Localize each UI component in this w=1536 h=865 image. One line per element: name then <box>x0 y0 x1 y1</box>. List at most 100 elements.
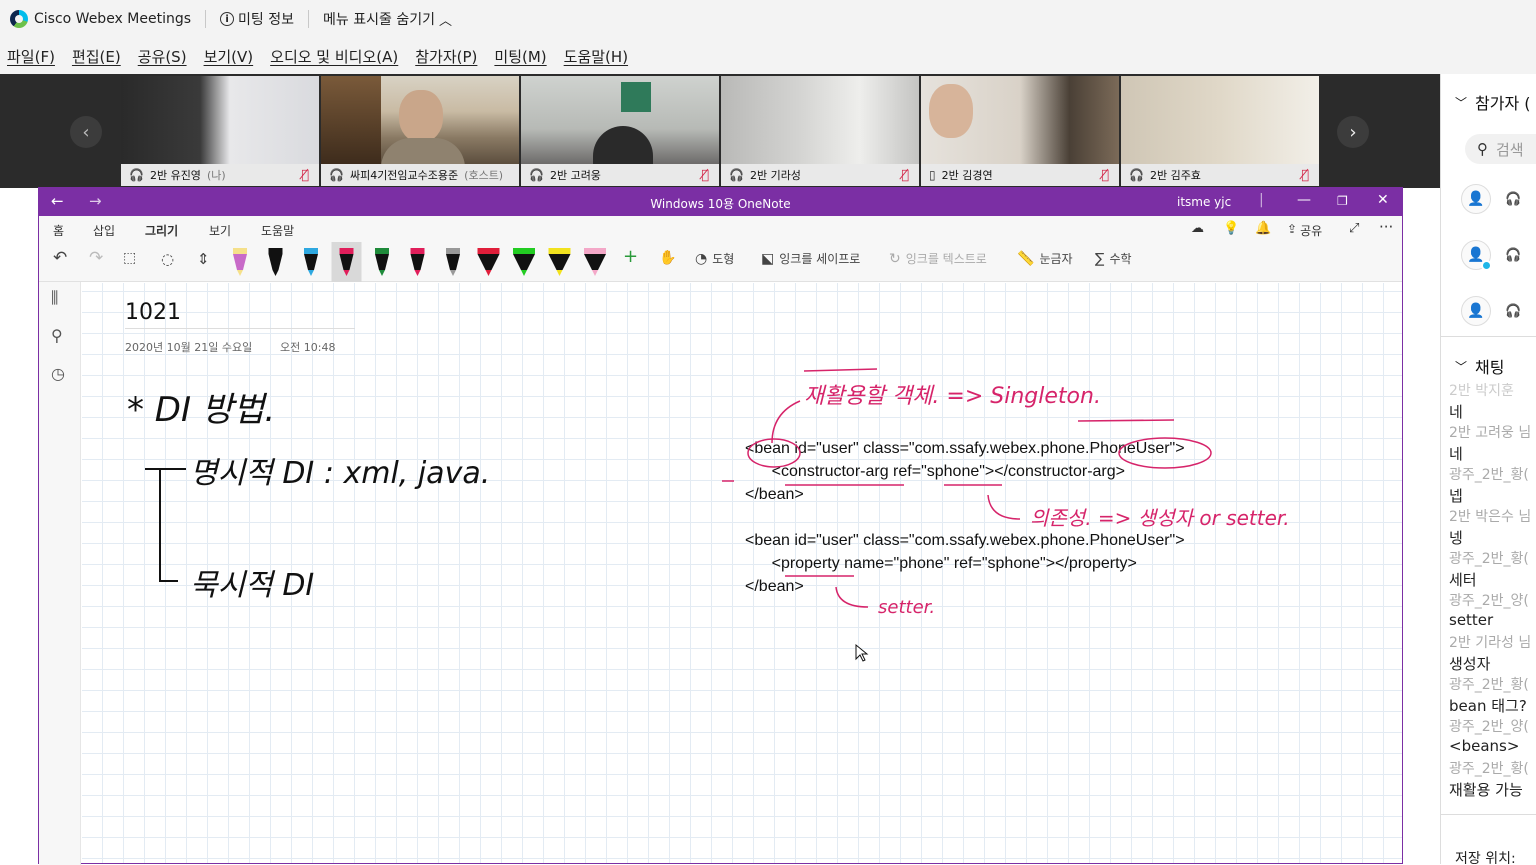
headset-icon: 🎧 <box>1505 191 1522 207</box>
ruler-button[interactable]: 📏 눈금자 <box>1017 250 1073 267</box>
video-feed <box>921 76 1119 164</box>
pink-marker-icon[interactable] <box>584 248 606 276</box>
video-tile[interactable]: 🎧 2반 김주효 🎙̸ <box>1121 76 1319 186</box>
code-line[interactable]: <constructor-arg ref="sphone"></construc… <box>745 463 1125 481</box>
note-page[interactable]: 1021 2020년 10월 21일 수요일 오전 10:48 <bean id… <box>82 283 1402 863</box>
divider: | <box>1259 192 1264 208</box>
muted-mic-icon: 🎙̸ <box>1301 167 1309 183</box>
headset-icon: 🎧 <box>329 168 344 182</box>
ink-to-shape-button[interactable]: ⬕ 잉크를 세이프로 <box>761 250 860 267</box>
hide-menu-label: 메뉴 표시줄 숨기기 <box>323 12 435 28</box>
restore-icon[interactable]: ❐ <box>1337 194 1348 208</box>
video-tile[interactable]: 🎧 2반 유진영 (나) 🎙̸ <box>121 76 319 186</box>
participants-section-header[interactable]: ﹀ 참가자 ( <box>1441 90 1531 114</box>
code-line[interactable]: <bean id="user" class="com.ssafy.webex.p… <box>745 440 1185 458</box>
pink-pen-icon[interactable] <box>331 242 362 282</box>
bookshelf-image <box>321 76 381 164</box>
add-space-icon[interactable]: ⇕ <box>197 250 210 268</box>
code-line[interactable]: <property name="phone" ref="sphone"></pr… <box>745 555 1137 573</box>
participant-list-item[interactable]: 👤 🎧 <box>1461 240 1536 271</box>
recent-clock-icon[interactable]: ◷ <box>51 364 65 383</box>
video-tile[interactable]: ▯ 2반 김경연 🎙̸ <box>921 76 1119 186</box>
ink-to-text-button[interactable]: ↻ 잉크를 텍스트로 <box>889 250 987 267</box>
handwriting-reuse-note: 재활용할 객체. => Singleton. <box>804 384 1101 409</box>
tab-draw[interactable]: 그리기 <box>145 222 179 244</box>
menu-meeting[interactable]: 미팅(M) <box>494 46 546 67</box>
black-pen-icon[interactable] <box>268 248 283 276</box>
tab-view[interactable]: 보기 <box>209 222 231 239</box>
chat-message: 네 <box>1449 403 1463 421</box>
lightbulb-icon[interactable]: 💡 <box>1223 221 1239 236</box>
tab-help[interactable]: 도움말 <box>261 222 294 239</box>
page-title[interactable]: 1021 <box>125 300 181 325</box>
next-videos-button[interactable]: › <box>1337 116 1369 148</box>
prev-videos-button[interactable]: ‹ <box>70 116 102 148</box>
pencil-icon[interactable] <box>446 248 460 276</box>
participant-list-item[interactable]: 👤 🎧 <box>1461 296 1536 326</box>
mouse-cursor-icon <box>855 643 869 662</box>
green-pen-icon[interactable] <box>375 248 389 276</box>
user-name[interactable]: itsme yjc <box>1177 195 1231 209</box>
code-line[interactable]: <bean id="user" class="com.ssafy.webex.p… <box>745 532 1185 550</box>
more-options-icon[interactable]: ··· <box>1379 218 1393 236</box>
touch-draw-icon[interactable]: ✋ <box>659 250 676 266</box>
tab-insert[interactable]: 삽입 <box>93 222 115 239</box>
math-label: 수학 <box>1109 252 1132 266</box>
video-feed <box>1121 76 1319 164</box>
chat-sender: 2반 기라성 님 <box>1449 635 1532 651</box>
red-pen-icon[interactable] <box>410 248 425 276</box>
sync-icon[interactable]: ☁ <box>1191 221 1204 236</box>
minimize-icon[interactable]: — <box>1297 192 1311 208</box>
video-tile-active-speaker[interactable]: 🎧 싸피4기전임교수조용준 (호스트) <box>321 76 519 186</box>
avatar: 👤 <box>1461 240 1492 271</box>
close-icon[interactable]: ✕ <box>1377 192 1389 208</box>
video-feed <box>121 76 319 164</box>
shapes-button[interactable]: ◔ 도형 <box>695 250 734 267</box>
add-pen-icon[interactable]: + <box>623 246 638 267</box>
menu-edit[interactable]: 편집(E) <box>72 46 121 67</box>
code-line[interactable]: </bean> <box>745 578 804 596</box>
headset-icon: 🎧 <box>1505 247 1522 263</box>
participant-list-item[interactable]: 👤 🎧 <box>1461 184 1536 214</box>
lasso-select-icon[interactable]: ◌ <box>161 250 174 268</box>
search-icon[interactable]: ⚲ <box>51 326 63 345</box>
info-icon: i <box>220 12 235 26</box>
chevron-left-icon: ‹ <box>82 121 90 143</box>
type-select-icon[interactable]: ⬚ <box>123 250 136 266</box>
menu-audio-video[interactable]: 오디오 및 비디오(A) <box>270 46 398 67</box>
blue-pen-icon[interactable] <box>304 248 318 276</box>
avatar: 👤 <box>1461 184 1491 214</box>
highlighter-pen-icon[interactable] <box>233 248 247 276</box>
chat-sender: 광주_2반_양( <box>1449 593 1529 609</box>
menu-help[interactable]: 도움말(H) <box>564 46 628 67</box>
headset-icon: 🎧 <box>729 168 744 182</box>
video-tile[interactable]: 🎧 2반 기라성 🎙̸ <box>721 76 919 186</box>
math-button[interactable]: ∑ 수학 <box>1095 250 1132 267</box>
code-line[interactable]: </bean> <box>745 486 804 504</box>
ribbon-tabs: 홈 삽입 그리기 보기 도움말 ☁ 💡 🔔 ⇪ 공유 ⤢ ··· <box>39 216 1402 244</box>
menu-file[interactable]: 파일(F) <box>7 46 55 67</box>
notebooks-icon[interactable]: ⫼ <box>51 288 58 308</box>
redo-icon[interactable]: ↷ <box>89 248 103 268</box>
handwriting-heading: * DI 방법. <box>127 390 275 430</box>
undo-icon[interactable]: ↶ <box>53 248 67 268</box>
menu-view[interactable]: 보기(V) <box>204 46 254 67</box>
chat-sender: 2반 박은수 님 <box>1449 509 1532 525</box>
share-button[interactable]: ⇪ 공유 <box>1287 222 1322 239</box>
tab-home[interactable]: 홈 <box>53 222 64 239</box>
yellow-marker-icon[interactable] <box>548 248 571 276</box>
green-marker-icon[interactable] <box>513 248 535 276</box>
participant-search-input[interactable]: ⚲ 검색 <box>1465 134 1536 164</box>
menu-participants[interactable]: 참가자(P) <box>415 46 477 67</box>
hide-menu-button[interactable]: 메뉴 표시줄 숨기기 ︿ <box>323 9 452 29</box>
video-tile[interactable]: 🎧 2반 고려웅 🎙̸ <box>521 76 719 186</box>
bell-icon[interactable]: 🔔 <box>1255 221 1271 236</box>
chat-section-header[interactable]: ﹀ 채팅 <box>1441 354 1504 378</box>
person-face-image <box>929 84 973 138</box>
menu-share[interactable]: 공유(S) <box>138 46 187 67</box>
participant-name: 싸피4기전임교수조용준 <box>349 169 459 182</box>
fullscreen-icon[interactable]: ⤢ <box>1349 221 1359 236</box>
ink-stroke <box>803 368 878 372</box>
red-marker-icon[interactable] <box>477 248 500 276</box>
meeting-info-button[interactable]: i 미팅 정보 <box>220 9 294 29</box>
